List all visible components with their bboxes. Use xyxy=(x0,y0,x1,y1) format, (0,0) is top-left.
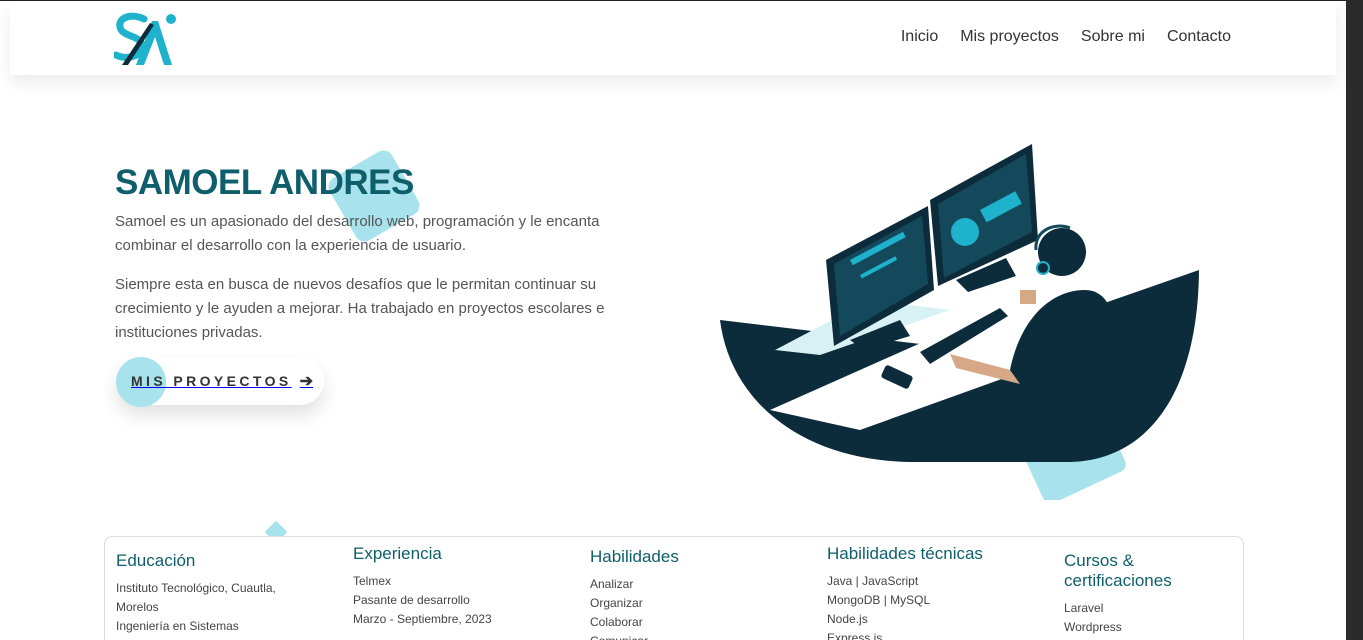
list-item: Comunicar xyxy=(590,632,790,640)
scrollbar-track[interactable] xyxy=(1346,0,1363,640)
list-item: Node.js xyxy=(827,612,868,626)
technical-skills-title: Habilidades técnicas xyxy=(827,544,983,563)
list-item: Organizar xyxy=(590,596,643,610)
skills-card: Habilidades Analizar Organizar Colaborar… xyxy=(590,547,790,640)
list-item: Colaborar xyxy=(590,615,643,629)
hero-paragraph-1: Samoel es un apasionado del desarrollo w… xyxy=(115,213,600,254)
nav-mis-proyectos[interactable]: Mis proyectos xyxy=(960,28,1059,46)
technical-skills-card: Habilidades técnicas Java | JavaScript M… xyxy=(827,544,1027,640)
list-item: Wordpress xyxy=(1064,620,1122,634)
hero-title: SAMOEL ANDRES xyxy=(115,163,414,202)
list-item: Pasante de desarrollo xyxy=(353,593,470,607)
cta-label: MIS PROYECTOS xyxy=(131,373,292,389)
skills-title: Habilidades xyxy=(590,547,679,566)
nav-sobre-mi[interactable]: Sobre mi xyxy=(1081,28,1145,46)
experience-card: Experiencia Telmex Pasante de desarrollo… xyxy=(353,544,553,629)
list-item: Laravel xyxy=(1064,601,1104,615)
sa-logo-icon[interactable] xyxy=(114,11,178,67)
main-nav: Inicio Mis proyectos Sobre mi Contacto xyxy=(901,28,1231,46)
nav-inicio[interactable]: Inicio xyxy=(901,28,938,46)
list-item: Analizar xyxy=(590,577,634,591)
site-header: Inicio Mis proyectos Sobre mi Contacto xyxy=(10,1,1336,75)
education-title: Educación xyxy=(116,551,196,570)
hero-paragraph-2: Siempre esta en busca de nuevos desafíos… xyxy=(115,276,605,341)
arrow-right-icon: ➔ xyxy=(299,373,314,390)
list-item: Ingeniería en Sistemas xyxy=(116,619,239,633)
courses-title: Cursos & certificaciones xyxy=(1064,551,1172,590)
experience-title: Experiencia xyxy=(353,544,442,563)
developer-at-desk-illustration xyxy=(720,144,1199,500)
nav-contacto[interactable]: Contacto xyxy=(1167,28,1231,46)
list-item: Marzo - Septiembre, 2023 xyxy=(353,612,492,626)
list-item: Express.js xyxy=(827,631,883,640)
courses-card: Cursos & certificaciones Laravel Wordpre… xyxy=(1064,551,1224,637)
list-item: MongoDB | MySQL xyxy=(827,593,931,607)
mis-proyectos-button[interactable]: MIS PROYECTOS ➔ xyxy=(116,357,324,407)
education-card: Educación Instituto Tecnológico, Cuautla… xyxy=(116,551,296,636)
list-item: Telmex xyxy=(353,574,392,588)
list-item: Instituto Tecnológico, Cuautla, Morelos xyxy=(116,581,276,614)
list-item: Java | JavaScript xyxy=(827,574,919,588)
